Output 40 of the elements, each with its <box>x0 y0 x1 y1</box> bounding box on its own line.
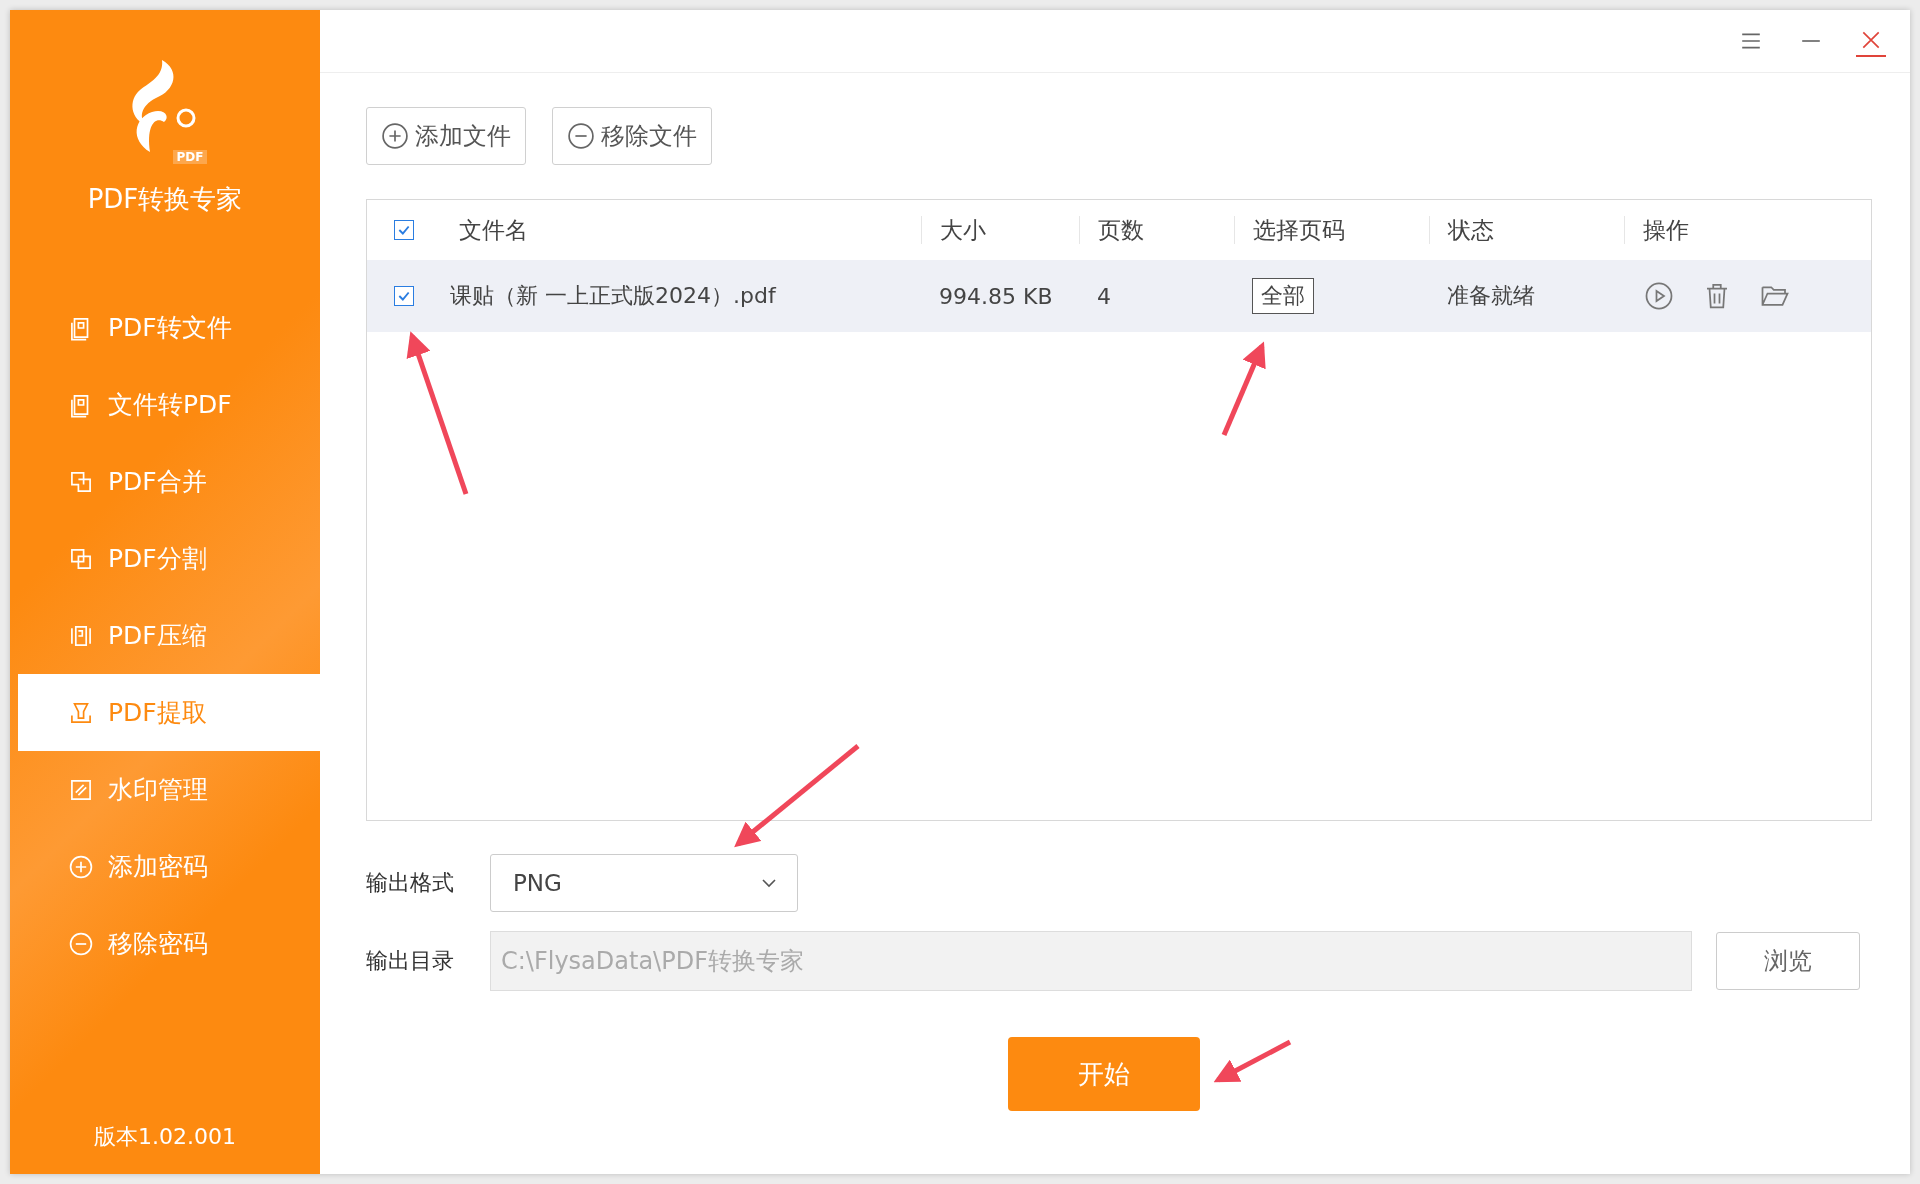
plus-circle-icon <box>68 853 94 880</box>
start-button[interactable]: 开始 <box>1008 1037 1200 1111</box>
column-header: 大小 <box>940 215 986 245</box>
sidebar-item[interactable]: 移除密码 <box>18 905 320 982</box>
sidebar-item[interactable]: 水印管理 <box>18 751 320 828</box>
sidebar-item[interactable]: PDF提取 <box>18 674 320 751</box>
file-size: 994.85 KB <box>939 283 1053 309</box>
minus-circle-icon <box>567 122 595 150</box>
minus-circle-icon <box>68 930 94 957</box>
play-icon[interactable] <box>1644 281 1674 311</box>
row-checkbox[interactable] <box>394 286 414 306</box>
logo-badge: PDF <box>172 150 208 164</box>
column-header: 页数 <box>1098 215 1144 245</box>
sidebar-item[interactable]: PDF分割 <box>18 520 320 597</box>
file-name: 课贴（新 一上正式版2024）.pdf <box>450 282 776 310</box>
check-icon <box>397 223 411 237</box>
page-range-button[interactable]: 全部 <box>1252 278 1314 314</box>
output-directory-field[interactable]: C:\FlysaData\PDF转换专家 <box>490 931 1692 991</box>
check-icon <box>397 289 411 303</box>
add-file-button[interactable]: 添加文件 <box>366 107 526 165</box>
plus-circle-icon <box>381 122 409 150</box>
app-name: PDF转换专家 <box>87 183 243 216</box>
column-header: 选择页码 <box>1253 215 1345 245</box>
sidebar-item[interactable]: 添加密码 <box>18 828 320 905</box>
sidebar-item[interactable]: PDF压缩 <box>18 597 320 674</box>
output-format-label: 输出格式 <box>366 869 455 897</box>
browse-button[interactable]: 浏览 <box>1716 932 1860 990</box>
sidebar-item[interactable]: PDF转文件 <box>18 289 320 366</box>
format-dropdown[interactable]: PNG <box>490 854 798 912</box>
version-label: 版本1.02.001 <box>93 1123 237 1151</box>
sidebar-item[interactable]: PDF合并 <box>18 443 320 520</box>
column-header: 文件名 <box>459 215 528 245</box>
column-header: 操作 <box>1643 215 1689 245</box>
column-header: 状态 <box>1448 215 1494 245</box>
status-text: 准备就绪 <box>1447 282 1535 310</box>
output-directory-label: 输出目录 <box>366 947 455 975</box>
remove-file-button[interactable]: 移除文件 <box>552 107 712 165</box>
page-count: 4 <box>1097 283 1111 309</box>
sidebar-item[interactable]: 文件转PDF <box>18 366 320 443</box>
select-all-checkbox[interactable] <box>394 220 414 240</box>
